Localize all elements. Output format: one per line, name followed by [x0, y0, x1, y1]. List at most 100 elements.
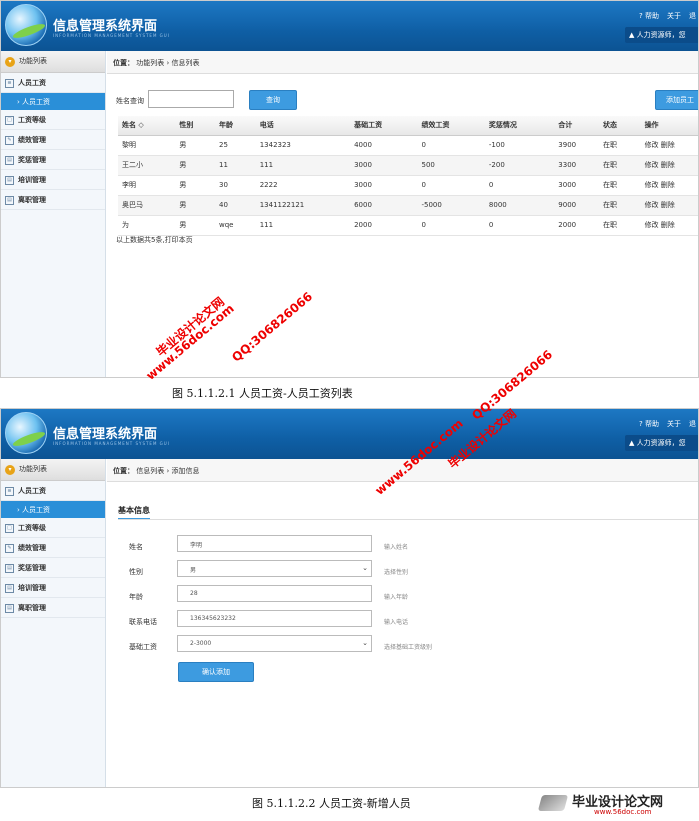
search-button[interactable]: 查询 [249, 90, 297, 110]
breadcrumb-item[interactable]: 添加信息 [172, 467, 200, 475]
about-link[interactable]: 关于 [667, 12, 681, 20]
row-actions[interactable]: 修改 删除 [640, 135, 698, 156]
table-cell: wqe [215, 215, 256, 236]
table-cell: 在职 [598, 195, 641, 216]
table-cell: 4000 [350, 135, 418, 156]
table-cell: 在职 [598, 175, 641, 196]
figure-caption-2: 图 5.1.1.2.2 人员工资-新增人员 [252, 797, 411, 810]
sidebar-item-training[interactable]: ▤ 培训管理 [1, 578, 105, 598]
search-input[interactable] [148, 90, 234, 108]
breadcrumb-item[interactable]: 信息列表 [172, 59, 200, 67]
globe-logo-icon [5, 4, 47, 46]
globe-logo-icon [5, 412, 47, 454]
about-link[interactable]: 关于 [667, 420, 681, 428]
column-header: 性别 [175, 116, 215, 136]
document-icon: ▤ [5, 155, 14, 165]
help-link[interactable]: ? 帮助 [639, 12, 659, 20]
table-cell: 500 [417, 155, 485, 176]
table-cell: 男 [175, 155, 215, 176]
sidebar-item-performance[interactable]: ✎ 绩效管理 [1, 130, 105, 150]
sidebar-item-label: 工资等级 [18, 524, 46, 532]
row-actions[interactable]: 修改 删除 [640, 155, 698, 176]
list-screenshot: 信息管理系统界面 INFORMATION MANAGEMENT SYSTEM G… [0, 0, 699, 378]
sidebar-item-salary[interactable]: ≡ 人员工资 [1, 73, 105, 93]
app-header: 信息管理系统界面 INFORMATION MANAGEMENT SYSTEM G… [1, 409, 698, 459]
sidebar-item-resign[interactable]: ▤ 离职管理 [1, 190, 105, 210]
gender-label: 性别 [129, 568, 143, 576]
user-info: ▲ 人力资源师，您 [625, 435, 698, 451]
exit-link[interactable]: 退 [689, 420, 696, 428]
breadcrumb-prefix: 位置： [113, 467, 134, 475]
table-row: 李明男 30 2222 3000 0 0 3000 在职 修改 删除 [118, 175, 698, 196]
table-cell: 11 [215, 155, 256, 176]
exit-link[interactable]: 退 [689, 12, 696, 20]
table-cell: 3000 [554, 175, 599, 196]
app-header: 信息管理系统界面 INFORMATION MANAGEMENT SYSTEM G… [1, 1, 698, 51]
sidebar-header[interactable]: ▾ 功能列表 [1, 51, 105, 73]
column-header: 状态 [598, 116, 641, 136]
sidebar-item-performance[interactable]: ✎ 绩效管理 [1, 538, 105, 558]
gender-value: 男 [190, 567, 197, 574]
phone-hint: 输入电话 [384, 619, 409, 626]
table-cell: 黎明 [118, 135, 176, 156]
table-row: 奥巴马男 40 1341122121 6000 -5000 8000 9000 在职 修改 删除 [118, 195, 698, 216]
age-hint: 输入年龄 [384, 594, 409, 601]
table-cell: 2000 [350, 215, 418, 236]
breadcrumb-item[interactable]: 功能列表 [136, 59, 164, 67]
app-title: 信息管理系统界面 [53, 19, 158, 34]
list-icon: ≡ [5, 78, 14, 88]
search-label: 姓名查询 [116, 97, 144, 105]
table-cell: 2222 [255, 175, 351, 196]
phone-field[interactable]: 136345623232 [177, 610, 372, 627]
sidebar-item-label: 绩效管理 [18, 136, 46, 144]
form-screenshot: 信息管理系统界面 INFORMATION MANAGEMENT SYSTEM G… [0, 408, 699, 788]
table-cell: 111 [255, 155, 351, 176]
sidebar-item-grade[interactable]: □ 工资等级 [1, 518, 105, 538]
add-employee-button[interactable]: 添加员工 [655, 90, 698, 110]
sidebar-item-label: 奖惩管理 [18, 156, 46, 164]
base-salary-label: 基础工资 [129, 643, 157, 651]
table-cell: 0 [417, 135, 485, 156]
column-header: 合计 [554, 116, 599, 136]
confirm-add-button[interactable]: 确认添加 [178, 662, 254, 682]
table-cell: 2000 [554, 215, 599, 236]
age-field[interactable]: 28 [177, 585, 372, 602]
column-header: 电话 [255, 116, 351, 136]
sidebar-item-label: 培训管理 [18, 584, 46, 592]
table-cell: 3000 [350, 175, 418, 196]
column-header: 基础工资 [350, 116, 418, 136]
breadcrumb-item[interactable]: 信息列表 [136, 467, 164, 475]
table-cell: 男 [175, 135, 215, 156]
sidebar-item-grade[interactable]: □ 工资等级 [1, 110, 105, 130]
sidebar-item-rewards[interactable]: ▤ 奖惩管理 [1, 558, 105, 578]
sidebar-item-resign[interactable]: ▤ 离职管理 [1, 598, 105, 618]
sidebar-item-rewards[interactable]: ▤ 奖惩管理 [1, 150, 105, 170]
gender-select[interactable]: 男 ⌄ [177, 560, 372, 577]
phone-label: 联系电话 [129, 618, 157, 626]
row-actions[interactable]: 修改 删除 [640, 175, 698, 196]
app-subtitle: INFORMATION MANAGEMENT SYSTEM GUI [53, 441, 170, 446]
sidebar-item-label: 奖惩管理 [18, 564, 46, 572]
table-cell: 3300 [554, 155, 599, 176]
base-salary-hint: 选择基础工资级别 [384, 644, 433, 651]
sidebar-item-salary[interactable]: ≡ 人员工资 [1, 481, 105, 501]
table-cell: 30 [215, 175, 256, 196]
brand-logo: 毕业设计论文网 www.56doc.com [537, 789, 698, 821]
sidebar-header[interactable]: ▾ 功能列表 [1, 459, 105, 481]
breadcrumb: 位置： 功能列表 › 信息列表 [107, 51, 698, 74]
base-salary-select[interactable]: 2-3000 ⌄ [177, 635, 372, 652]
help-link[interactable]: ? 帮助 [639, 420, 659, 428]
app-title: 信息管理系统界面 [53, 427, 158, 442]
row-actions[interactable]: 修改 删除 [640, 215, 698, 236]
row-actions[interactable]: 修改 删除 [640, 195, 698, 216]
column-header[interactable]: 姓名 ◇ [118, 116, 176, 136]
sidebar-item-training[interactable]: ▤ 培训管理 [1, 170, 105, 190]
sidebar-subitem-label: 人员工资 [22, 98, 51, 106]
header-links: ? 帮助 关于退 [631, 11, 696, 21]
sidebar-subitem-salary[interactable]: › 人员工资 [1, 93, 105, 110]
table-cell: 为 [118, 215, 176, 236]
sidebar-subitem-salary[interactable]: › 人员工资 [1, 501, 105, 518]
name-field[interactable]: 李明 [177, 535, 372, 552]
app-subtitle: INFORMATION MANAGEMENT SYSTEM GUI [53, 33, 170, 38]
breadcrumb-separator: › [166, 467, 170, 475]
